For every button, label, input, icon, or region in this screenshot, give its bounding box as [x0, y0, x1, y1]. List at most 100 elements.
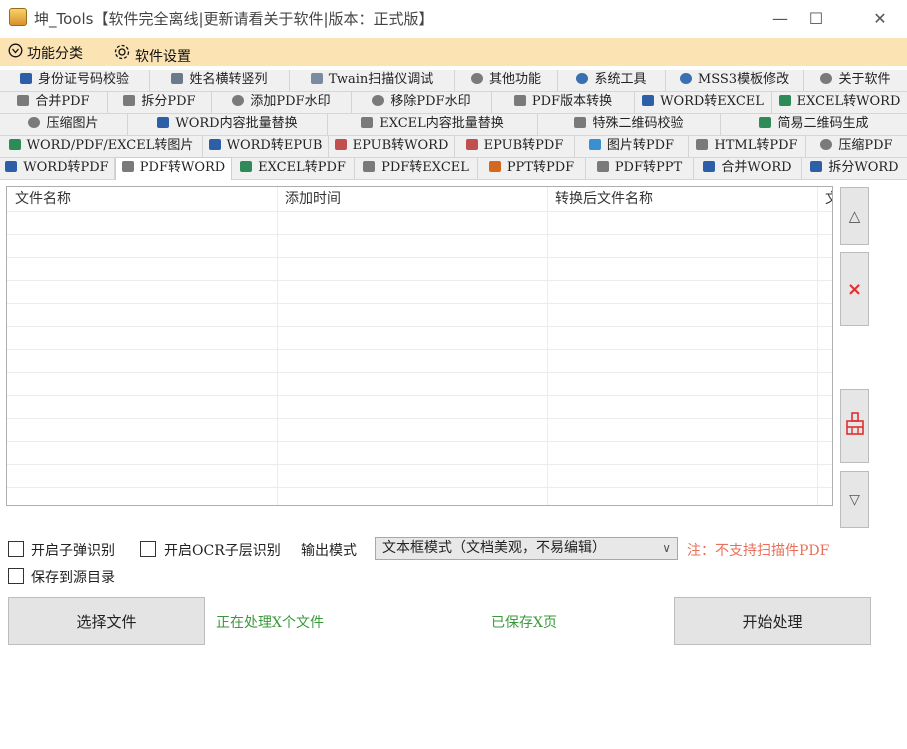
ocr-layer-label: 开启OCR子层识别	[164, 543, 281, 559]
tab-special-qrcode-check[interactable]: 特殊二维码校验	[538, 114, 721, 135]
save-to-source-label: 保存到源目录	[31, 570, 115, 586]
close-button[interactable]: ✕	[857, 0, 903, 36]
tab-row-4: WORD/PDF/EXCEL转图片 WORD转EPUB EPUB转WORD EP…	[0, 136, 907, 158]
tab-pdf-version-convert[interactable]: PDF版本转换	[492, 92, 635, 113]
tab-ppt-to-pdf[interactable]: PPT转PDF	[478, 158, 586, 179]
column-header-file-name[interactable]: 文件名称	[7, 187, 277, 209]
menu-software-settings[interactable]: 软件设置	[113, 43, 191, 66]
clear-list-button[interactable]	[840, 389, 869, 463]
tab-split-word[interactable]: 拆分WORD	[802, 158, 907, 179]
compress-icon	[28, 117, 41, 128]
processing-status: 正在处理X个文件	[216, 615, 324, 631]
word-icon	[5, 161, 18, 172]
epub-icon	[465, 139, 478, 150]
tab-row-2: 合并PDF 拆分PDF 添加PDF水印 移除PDF水印 PDF版本转换 WORD…	[0, 92, 907, 114]
tab-image-to-pdf[interactable]: 图片转PDF	[575, 136, 689, 157]
select-files-button[interactable]: 选择文件	[8, 597, 205, 645]
tab-doc-to-image[interactable]: WORD/PDF/EXCEL转图片	[0, 136, 203, 157]
row-gridline	[7, 395, 832, 396]
image-icon	[8, 139, 21, 150]
tab-merge-pdf[interactable]: 合并PDF	[0, 92, 108, 113]
tab-compress-image[interactable]: 压缩图片	[0, 114, 128, 135]
tab-excel-to-word[interactable]: EXCEL转WORD	[772, 92, 907, 113]
title-bar: 坤_Tools【软件完全离线|更新请看关于软件|版本：正式版】 — ☐ ✕	[0, 0, 907, 36]
scanner-icon	[310, 73, 323, 84]
tab-remove-pdf-watermark[interactable]: 移除PDF水印	[352, 92, 492, 113]
pdf-icon	[121, 161, 134, 172]
qrcode-icon	[574, 117, 587, 128]
ocr-layer-checkbox[interactable]	[140, 541, 156, 557]
tab-pdf-to-ppt[interactable]: PDF转PPT	[586, 158, 694, 179]
tab-system-tools[interactable]: 系统工具	[558, 70, 666, 91]
tab-other-functions[interactable]: 其他功能	[455, 70, 558, 91]
tab-row-1: 身份证号码校验 姓名横转竖列 Twain扫描仪调试 其他功能 系统工具 MSS3…	[0, 70, 907, 92]
row-gridline	[7, 418, 832, 419]
start-processing-button[interactable]: 开始处理	[674, 597, 871, 645]
row-gridline	[7, 464, 832, 465]
tab-row-3: 压缩图片 WORD内容批量替换 EXCEL内容批量替换 特殊二维码校验 简易二维…	[0, 114, 907, 136]
pdf-icon	[363, 161, 376, 172]
window-title: 坤_Tools【软件完全离线|更新请看关于软件|版本：正式版】	[34, 10, 434, 28]
image-icon	[588, 139, 601, 150]
excel-icon	[778, 95, 791, 106]
tab-split-pdf[interactable]: 拆分PDF	[108, 92, 212, 113]
row-gridline	[7, 487, 832, 488]
move-up-button[interactable]: △	[840, 187, 869, 245]
tab-name-transpose[interactable]: 姓名横转竖列	[150, 70, 290, 91]
menu-bar: 功能分类 软件设置	[0, 38, 907, 66]
chevron-down-icon: ∨	[662, 541, 671, 555]
tab-id-check[interactable]: 身份证号码校验	[0, 70, 150, 91]
tab-about[interactable]: 关于软件	[804, 70, 907, 91]
tab-excel-to-pdf[interactable]: EXCEL转PDF	[232, 158, 355, 179]
column-header-converted-name[interactable]: 转换后文件名称	[547, 187, 817, 209]
tab-pdf-to-word[interactable]: PDF转WORD	[115, 157, 232, 180]
menu-function-category[interactable]: 功能分类	[8, 43, 83, 63]
tab-mss3-template[interactable]: MSS3模板修改	[666, 70, 804, 91]
tab-epub-to-word[interactable]: EPUB转WORD	[329, 136, 455, 157]
row-gridline	[7, 372, 832, 373]
tab-add-pdf-watermark[interactable]: 添加PDF水印	[212, 92, 352, 113]
output-mode-value: 文本框模式（文档美观，不易编辑）	[382, 540, 606, 556]
row-gridline	[7, 303, 832, 304]
tab-excel-batch-replace[interactable]: EXCEL内容批量替换	[328, 114, 538, 135]
column-header-truncated[interactable]: 文	[817, 187, 832, 209]
row-gridline	[7, 234, 832, 235]
row-gridline	[7, 441, 832, 442]
tab-html-to-pdf[interactable]: HTML转PDF	[689, 136, 806, 157]
tab-word-batch-replace[interactable]: WORD内容批量替换	[128, 114, 328, 135]
word-icon	[208, 139, 221, 150]
tab-merge-word[interactable]: 合并WORD	[694, 158, 802, 179]
tab-word-to-excel[interactable]: WORD转EXCEL	[635, 92, 772, 113]
pdf-icon	[123, 95, 136, 106]
tab-row-5: WORD转PDF PDF转WORD EXCEL转PDF PDF转EXCEL PP…	[0, 157, 907, 180]
output-mode-select[interactable]: 文本框模式（文档美观，不易编辑） ∨	[375, 537, 678, 560]
watermark-icon	[372, 95, 385, 106]
tab-word-to-pdf[interactable]: WORD转PDF	[0, 158, 115, 179]
word-icon	[157, 117, 170, 128]
word-icon	[703, 161, 716, 172]
epub-icon	[334, 139, 347, 150]
sub-popup-checkbox[interactable]	[8, 541, 24, 557]
broom-icon	[845, 412, 865, 440]
tab-word-to-epub[interactable]: WORD转EPUB	[203, 136, 329, 157]
move-down-button[interactable]: ▽	[840, 471, 869, 528]
maximize-button[interactable]: ☐	[793, 0, 839, 36]
info-icon	[820, 73, 833, 84]
tab-compress-pdf[interactable]: 压缩PDF	[806, 136, 907, 157]
menu-function-category-label: 功能分类	[27, 46, 83, 62]
delete-button[interactable]: ×	[840, 252, 869, 326]
save-to-source-checkbox[interactable]	[8, 568, 24, 584]
tab-epub-to-pdf[interactable]: EPUB转PDF	[455, 136, 575, 157]
tab-simple-qrcode-generate[interactable]: 简易二维码生成	[721, 114, 907, 135]
row-gridline	[7, 349, 832, 350]
more-icon	[470, 73, 483, 84]
list-icon	[171, 73, 184, 84]
pdf-icon	[17, 95, 30, 106]
file-list[interactable]: 文件名称 添加时间 转换后文件名称 文	[6, 186, 833, 506]
tab-twain-debug[interactable]: Twain扫描仪调试	[290, 70, 455, 91]
row-gridline	[7, 211, 832, 212]
word-icon	[810, 161, 823, 172]
tab-pdf-to-excel[interactable]: PDF转EXCEL	[355, 158, 478, 179]
word-icon	[642, 95, 655, 106]
column-header-add-time[interactable]: 添加时间	[277, 187, 547, 209]
